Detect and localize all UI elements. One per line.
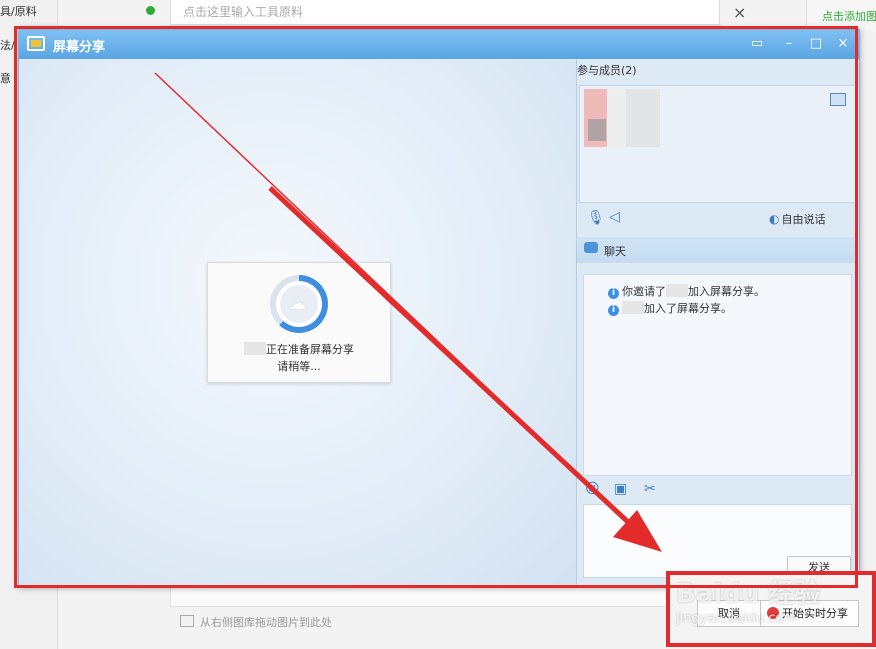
close-icon[interactable]: × [733, 3, 746, 22]
side-panel: 参与成员(2) 🎙 ◁ ◐ 自由说话 聊天 i 你邀请了 加入屏幕分享。 i 加入了屏幕… [577, 59, 858, 586]
window-title: 屏幕分享 [53, 40, 106, 55]
voice-controls: 🎙 ◁ ◐ 自由说话 [579, 207, 855, 233]
tool-material-input[interactable]: 点击这里输入工具原料 [170, 0, 720, 25]
drag-hint-text: 从右侧图库拖动图片到此处 [200, 616, 332, 629]
status-dot [146, 6, 155, 15]
screen-share-window: 屏幕分享 ▭ – □ × ☁ 正在准备屏幕分享 请稍等... 参与成员(2) 🎙… [18, 29, 860, 588]
chat-bubble-icon [584, 242, 598, 253]
start-sharing-button[interactable]: 开始实时分享 [760, 600, 859, 627]
preparing-card: ☁ 正在准备屏幕分享 请稍等... [207, 262, 391, 383]
add-image-link[interactable]: 点击添加图 [822, 8, 876, 24]
chat-log: i 你邀请了 加入屏幕分享。 i 加入了屏幕分享。 [583, 274, 852, 476]
members-list [579, 85, 857, 203]
close-button[interactable]: × [833, 34, 853, 54]
drag-hint: 从右侧图库拖动图片到此处 [180, 614, 332, 630]
status-text-line1: 正在准备屏幕分享 [208, 341, 390, 357]
blurred-name [622, 301, 644, 314]
cancel-button[interactable]: 取消 [697, 600, 761, 627]
screen-share-icon [27, 36, 45, 51]
chat-header: 聊天 [577, 237, 858, 263]
image-icon [180, 615, 194, 627]
blurred-name [244, 342, 266, 355]
image-icon[interactable]: ▣ [614, 481, 627, 497]
cloud-upload-icon: ☁ [289, 294, 306, 314]
status-text-line2: 请稍等... [277, 360, 321, 373]
scissors-icon[interactable]: ✂ [644, 481, 656, 497]
speaker-icon[interactable]: ◁ [609, 209, 620, 225]
blurred-name [666, 284, 688, 297]
window-titlebar[interactable]: 屏幕分享 ▭ – □ × [19, 30, 859, 59]
avatar[interactable] [584, 89, 660, 147]
emoji-icon[interactable]: ☺ [585, 481, 600, 497]
share-stage: ☁ 正在准备屏幕分享 请稍等... [20, 59, 577, 586]
capture-icon[interactable]: ▭ [747, 34, 767, 54]
sidebar-item-tools[interactable]: 具/原料 [0, 3, 57, 23]
info-icon: i [608, 305, 619, 316]
screen-icon [830, 93, 846, 106]
record-icon [767, 607, 779, 619]
info-icon: i [608, 288, 619, 299]
chat-message: i 你邀请了 加入屏幕分享。 [608, 283, 765, 299]
chat-header-label: 聊天 [604, 245, 626, 258]
chat-message: i 加入了屏幕分享。 [608, 300, 732, 316]
maximize-button[interactable]: □ [806, 34, 826, 54]
microphone-icon[interactable]: 🎙 [587, 210, 605, 226]
free-talk-button[interactable]: ◐ 自由说话 [769, 211, 825, 227]
progress-ring: ☁ [270, 275, 328, 333]
free-talk-icon: ◐ [769, 212, 780, 226]
members-header: 参与成员(2) [577, 64, 637, 77]
minimize-button[interactable]: – [779, 34, 799, 54]
